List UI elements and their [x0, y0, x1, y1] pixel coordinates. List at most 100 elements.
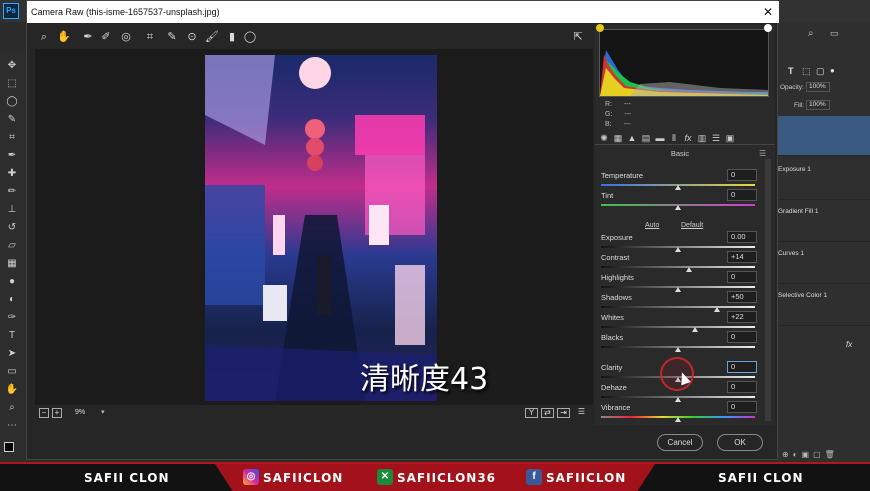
slider-value-field[interactable]: 0 [727, 271, 757, 283]
gradient-tool-icon[interactable]: ▦ [5, 258, 19, 270]
layer-row[interactable]: Gradient Fill 1 [778, 202, 870, 242]
before-after-toggle-icon[interactable]: Y [525, 408, 538, 418]
layer-row[interactable]: Selective Color 1 [778, 286, 870, 326]
path-select-tool-icon[interactable]: ➤ [5, 348, 19, 360]
zoom-tool-icon[interactable]: ⌕ [5, 402, 19, 414]
auto-link[interactable]: Auto [645, 222, 659, 229]
tab-hsl-icon[interactable]: ▤ [641, 133, 651, 143]
ok-button[interactable]: OK [717, 434, 763, 451]
layer-row[interactable]: Curves 1 [778, 244, 870, 284]
tab-tone-curve-icon[interactable]: ▦ [613, 133, 623, 143]
slider-value-field[interactable]: 0 [727, 189, 757, 201]
adjustment-brush-icon[interactable]: 🖌 [205, 30, 219, 44]
tab-basic-icon[interactable]: ✺ [599, 133, 609, 143]
slider-thumb[interactable] [675, 205, 681, 210]
tab-calibration-icon[interactable]: ▥ [697, 133, 707, 143]
open-preferences-icon[interactable]: ⇱ [571, 30, 585, 44]
slider-thumb[interactable] [713, 307, 720, 312]
more-tools-icon[interactable]: ⋯ [5, 420, 19, 432]
tab-presets-icon[interactable]: ☰ [711, 133, 721, 143]
red-eye-icon[interactable]: ⊙ [185, 30, 199, 44]
slider-thumb[interactable] [675, 185, 681, 190]
slider-value-field[interactable]: 0 [727, 381, 757, 393]
slider-value-field[interactable]: 0 [727, 331, 757, 343]
brush-tool-icon[interactable]: ✏ [5, 186, 19, 198]
swap-before-after-icon[interactable]: ⇄ [541, 408, 554, 418]
slider-thumb[interactable] [675, 287, 681, 292]
move-tool-icon[interactable]: ✥ [5, 60, 19, 72]
slider-value-field[interactable]: 0.00 [727, 231, 757, 243]
panel-menu-icon[interactable]: ☰ [759, 149, 766, 158]
cancel-button[interactable]: Cancel [657, 434, 703, 451]
preview-preferences-icon[interactable]: ☰ [575, 408, 588, 418]
type-tool-icon[interactable]: T [5, 330, 19, 342]
quick-select-tool-icon[interactable]: ✎ [5, 114, 19, 126]
zoom-tool-icon[interactable]: ⌕ [37, 30, 51, 44]
lasso-tool-icon[interactable]: ◯ [5, 96, 19, 108]
eyedropper-tool-icon[interactable]: ✒ [5, 150, 19, 162]
slider-thumb[interactable] [675, 417, 681, 422]
slider-thumb[interactable] [691, 327, 698, 332]
slider-track[interactable] [601, 266, 755, 268]
layer-actions-icons[interactable]: ⊕◐▣▢🗑 [782, 450, 868, 460]
workspace-icon[interactable]: ▭ [830, 28, 839, 39]
close-icon[interactable]: ✕ [763, 1, 773, 23]
hand-tool-icon[interactable]: ✋ [57, 30, 71, 44]
marquee-tool-icon[interactable]: ⬚ [5, 78, 19, 90]
slider-thumb[interactable] [675, 347, 681, 352]
slider-thumb[interactable] [685, 267, 692, 272]
tab-lens-icon[interactable]: ⦀ [669, 133, 679, 143]
fill-field[interactable]: 100% [806, 100, 830, 110]
eraser-tool-icon[interactable]: ▱ [5, 240, 19, 252]
crop-tool-icon[interactable]: ⌗ [143, 30, 157, 44]
tab-split-toning-icon[interactable]: ▬ [655, 133, 665, 143]
layer-row[interactable]: Exposure 1 [778, 160, 870, 200]
copy-settings-icon[interactable]: ⇥ [557, 408, 570, 418]
targeted-adjustment-icon[interactable]: ◎ [119, 30, 133, 44]
smart-object-filter-icon[interactable]: ▢ [816, 66, 825, 77]
crop-tool-icon[interactable]: ⌗ [5, 132, 19, 144]
search-icon[interactable]: ⌕ [808, 28, 814, 39]
slider-value-field[interactable]: +14 [727, 251, 757, 263]
healing-tool-icon[interactable]: ✚ [5, 168, 19, 180]
slider-value-field[interactable]: 0 [727, 169, 757, 181]
color-sampler-tool-icon[interactable]: ✐ [99, 30, 113, 44]
hand-tool-icon[interactable]: ✋ [5, 384, 19, 396]
shadow-clipping-icon[interactable] [596, 24, 604, 32]
image-canvas[interactable] [35, 49, 593, 405]
dodge-tool-icon[interactable]: ◐ [5, 294, 19, 306]
pen-tool-icon[interactable]: ✑ [5, 312, 19, 324]
spot-removal-icon[interactable]: ✎ [165, 30, 179, 44]
filter-toggle-icon[interactable]: ● [830, 66, 835, 75]
zoom-dropdown-icon[interactable]: ▾ [101, 408, 105, 416]
type-filter-icon[interactable]: T [788, 66, 794, 76]
opacity-field[interactable]: 100% [806, 82, 830, 92]
shape-filter-icon[interactable]: ⬚ [802, 66, 811, 77]
radial-filter-icon[interactable]: ◯ [243, 30, 257, 44]
slider-value-field[interactable]: 0 [727, 401, 757, 413]
slider-track[interactable] [601, 306, 755, 308]
history-brush-icon[interactable]: ↺ [5, 222, 19, 234]
tab-detail-icon[interactable]: ▲ [627, 133, 637, 143]
zoom-in-button[interactable]: + [52, 408, 62, 418]
highlight-clipping-icon[interactable] [764, 24, 772, 32]
foreground-color-swatch[interactable] [4, 442, 14, 452]
layer-row-selected[interactable] [778, 116, 870, 156]
blur-tool-icon[interactable]: ● [5, 276, 19, 288]
slider-value-field[interactable]: 0 [727, 361, 757, 373]
slider-value-field[interactable]: +50 [727, 291, 757, 303]
shape-tool-icon[interactable]: ▭ [5, 366, 19, 378]
tab-snapshots-icon[interactable]: ▣ [725, 133, 735, 143]
tab-effects-icon[interactable]: fx [683, 133, 693, 143]
stamp-tool-icon[interactable]: ⊥ [5, 204, 19, 216]
slider-track[interactable] [601, 326, 755, 328]
fx-badge[interactable]: fx [846, 340, 852, 349]
slider-thumb[interactable] [675, 397, 681, 402]
panel-scrollbar[interactable] [765, 159, 771, 421]
zoom-out-button[interactable]: − [39, 408, 49, 418]
white-balance-tool-icon[interactable]: ✒ [81, 30, 95, 44]
slider-thumb[interactable] [675, 247, 681, 252]
slider-value-field[interactable]: +22 [727, 311, 757, 323]
default-link[interactable]: Default [681, 222, 703, 229]
graduated-filter-icon[interactable]: ▮ [225, 30, 239, 44]
